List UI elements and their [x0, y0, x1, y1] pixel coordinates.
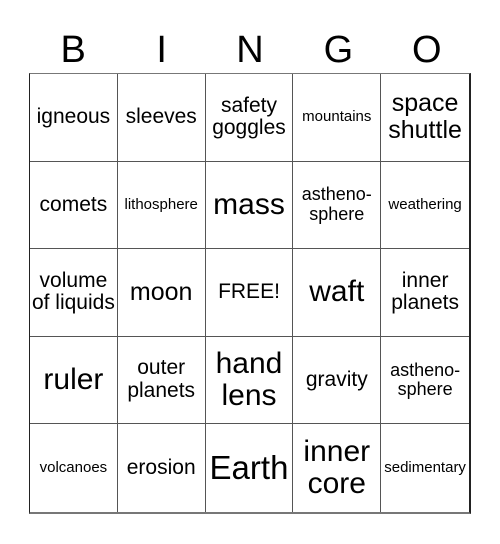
bingo-cell[interactable]: lithosphere: [117, 161, 206, 250]
bingo-cell[interactable]: weathering: [381, 162, 469, 250]
bingo-cell[interactable]: space shuttle: [381, 74, 469, 162]
bingo-header: B I N G O: [29, 28, 471, 72]
bingo-cell[interactable]: erosion: [118, 424, 206, 512]
bingo-cell[interactable]: mountains: [293, 74, 382, 162]
bingo-grid: igneous sleeves safety goggles mountains…: [29, 73, 471, 514]
free-space-cell[interactable]: FREE!: [205, 249, 294, 337]
bingo-cell[interactable]: sleeves: [117, 74, 206, 162]
bingo-cell[interactable]: astheno- sphere: [381, 337, 469, 425]
header-letter-i: I: [156, 29, 167, 71]
bingo-cell[interactable]: hand lens: [205, 336, 294, 425]
bingo-cell[interactable]: inner planets: [381, 249, 469, 337]
header-letter-n: N: [236, 29, 264, 71]
bingo-cell[interactable]: sedimentary: [381, 424, 469, 512]
header-letter-b: B: [60, 29, 86, 71]
bingo-cell[interactable]: gravity: [293, 336, 382, 425]
bingo-cell[interactable]: volume of liquids: [30, 249, 118, 337]
bingo-cell[interactable]: igneous: [30, 74, 118, 162]
header-letter-o: O: [412, 29, 442, 71]
bingo-cell[interactable]: Earth: [206, 424, 294, 512]
bingo-cell[interactable]: outer planets: [117, 336, 206, 425]
bingo-cell[interactable]: safety goggles: [205, 74, 294, 162]
bingo-cell[interactable]: volcanoes: [30, 424, 118, 512]
header-letter-g: G: [323, 29, 354, 71]
bingo-cell[interactable]: inner core: [293, 424, 382, 512]
bingo-cell[interactable]: moon: [117, 249, 206, 337]
bingo-cell[interactable]: waft: [293, 249, 382, 337]
bingo-cell[interactable]: mass: [205, 161, 294, 250]
bingo-cell[interactable]: comets: [30, 161, 118, 250]
bingo-cell[interactable]: astheno- sphere: [293, 161, 382, 250]
bingo-cell[interactable]: ruler: [30, 336, 118, 425]
